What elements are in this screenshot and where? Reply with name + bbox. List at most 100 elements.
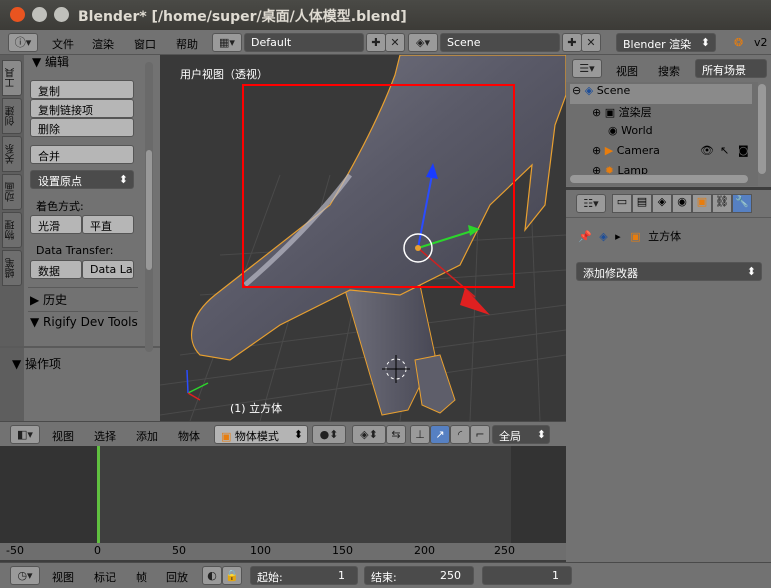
transform-orientation-select[interactable]: 全局 ⬍ (492, 425, 550, 444)
delete-scene-button[interactable]: ✕ (581, 33, 601, 52)
add-modifier-select[interactable]: 添加修改器 ⬍ (576, 262, 762, 281)
tab-tools[interactable]: 工具 (2, 60, 22, 96)
data-transfer-button[interactable]: 数据 (30, 260, 82, 279)
scene-icon[interactable]: ◈▾ (408, 33, 438, 52)
set-origin-select[interactable]: 设置原点 ⬍ (30, 170, 134, 189)
history-panel-header[interactable]: ▶ 历史 (30, 291, 67, 308)
lock-range-icon[interactable]: 🔒 (222, 566, 242, 585)
duplicate-button[interactable]: 复制 (30, 80, 134, 99)
screen-layout-field[interactable]: Default (244, 33, 364, 52)
outliner-search-menu[interactable]: 搜索 (658, 63, 680, 79)
timeline-menu-playback[interactable]: 回放 (166, 569, 188, 585)
3d-menu-add[interactable]: 添加 (136, 428, 158, 444)
tab-animation[interactable]: 动画 (2, 174, 22, 210)
add-screen-button[interactable]: ✚ (366, 33, 386, 52)
rigify-panel-title: Rigify Dev Tools (43, 315, 138, 329)
world-tab-icon[interactable]: ◉ (672, 194, 692, 213)
object-tab-icon[interactable]: ▣ (692, 194, 712, 213)
timeline-menu-marker[interactable]: 标记 (94, 569, 116, 585)
tab-physics[interactable]: 物理 (2, 212, 22, 248)
interaction-mode-select[interactable]: ▣ 物体模式 ⬍ (214, 425, 308, 444)
3d-menu-object[interactable]: 物体 (178, 428, 200, 444)
data-layers-button[interactable]: Data La (82, 260, 134, 279)
scene-field[interactable]: Scene (440, 33, 560, 52)
outliner-hscrollbar[interactable] (570, 175, 748, 183)
properties-empty-area (566, 421, 771, 562)
operator-panel-title: 操作项 (25, 357, 62, 371)
outliner-item-camera[interactable]: ⊕ ▶ Camera 👁 ↖ ◙ (570, 144, 752, 164)
visibility-eye-icon[interactable]: 👁 (700, 144, 714, 157)
shade-smooth-button[interactable]: 光滑 (30, 215, 82, 234)
rigify-panel-header[interactable]: ▼ Rigify Dev Tools (30, 315, 138, 329)
constraints-tab-icon[interactable]: ⛓ (712, 194, 732, 213)
manipulator-toggle-icon[interactable]: ⇆ (386, 425, 406, 444)
outliner-view-menu[interactable]: 视图 (616, 63, 638, 79)
menu-window[interactable]: 窗口 (134, 36, 156, 52)
rotate-manipulator-icon[interactable]: ◜ (450, 425, 470, 444)
menu-file[interactable]: 文件 (52, 36, 74, 52)
selectable-cursor-icon[interactable]: ↖ (720, 144, 729, 157)
menu-render[interactable]: 渲染 (92, 36, 114, 52)
outliner-item-lamp[interactable]: ⊕ ✹ Lamp (570, 164, 752, 174)
minimize-window-button[interactable] (32, 7, 47, 22)
tab-grease-pencil[interactable]: 蜡笔 (2, 250, 22, 286)
3d-viewport[interactable]: 用户视图（透视） (1) 立方体 (160, 55, 566, 421)
auto-keying-icon[interactable]: ◐ (202, 566, 222, 585)
move-manipulator-icon[interactable]: ↗ (430, 425, 450, 444)
3d-menu-select[interactable]: 选择 (94, 428, 116, 444)
timeline-menu-view[interactable]: 视图 (52, 569, 74, 585)
viewport-shading-select[interactable]: ●⬍ (312, 425, 346, 444)
timeline-editor-type-button[interactable]: ◷▾ (10, 566, 40, 585)
modifiers-tab-icon[interactable]: 🔧 (732, 194, 752, 213)
render-engine-select[interactable]: Blender 渲染 ⬍ (616, 33, 716, 52)
outliner-item-world[interactable]: ◉ World (570, 124, 752, 144)
viewport-canvas[interactable] (160, 55, 566, 421)
object-origin (415, 245, 421, 251)
pin-icon[interactable]: 📌 (578, 230, 592, 243)
outliner-editor-type-button[interactable]: ☰▾ (572, 59, 602, 78)
outliner-item-renderlayers[interactable]: ⊕ ▣ 渲染层 (570, 104, 752, 124)
outliner-vscrollbar[interactable] (758, 84, 766, 174)
outliner-item-renderlayers-label: 渲染层 (618, 106, 652, 119)
timeline-area[interactable] (0, 446, 566, 543)
tick-label: 100 (250, 544, 271, 557)
render-layers-tab-icon[interactable]: ▤ (632, 194, 652, 213)
join-button[interactable]: 合并 (30, 145, 134, 164)
end-frame-field[interactable]: 结束: 250 (364, 566, 474, 585)
properties-editor-type-button[interactable]: ☷▾ (576, 194, 606, 213)
3d-view-editor-type-button[interactable]: ◧▾ (10, 425, 40, 444)
tick-label: 0 (94, 544, 101, 557)
translate-manipulator-icon[interactable]: ⊥ (410, 425, 430, 444)
start-frame-field[interactable]: 起始: 1 (250, 566, 358, 585)
operator-panel-header[interactable]: ▼ 操作项 (12, 355, 61, 372)
3d-menu-view[interactable]: 视图 (52, 428, 74, 444)
add-modifier-label: 添加修改器 (583, 267, 638, 280)
3d-view-header: ◧▾ 视图 选择 添加 物体 ▣ 物体模式 ⬍ ●⬍ ◈⬍ ⇆ ⊥ ↗ ◜ ⌐ 全… (0, 421, 566, 446)
render-tab-icon[interactable]: ▭ (612, 194, 632, 213)
maximize-window-button[interactable] (54, 7, 69, 22)
timeline-menu-frame[interactable]: 帧 (136, 569, 147, 585)
object-icon: ▣ (630, 230, 641, 243)
camera-icon: ▶ (604, 144, 614, 157)
delete-button[interactable]: 删除 (30, 118, 134, 137)
add-scene-button[interactable]: ✚ (562, 33, 582, 52)
delete-screen-button[interactable]: ✕ (385, 33, 405, 52)
menu-help[interactable]: 帮助 (176, 36, 198, 52)
outliner-filter-select[interactable]: 所有场景 (695, 59, 767, 78)
duplicate-linked-button[interactable]: 复制链接项 (30, 99, 134, 118)
tool-shelf-scroll-thumb[interactable] (146, 150, 152, 270)
scale-manipulator-icon[interactable]: ⌐ (470, 425, 490, 444)
outliner-item-scene[interactable]: ⊖ ◈ Scene (570, 84, 752, 104)
close-window-button[interactable] (10, 7, 25, 22)
renderable-camera-icon[interactable]: ◙ (738, 144, 749, 157)
current-frame-field[interactable]: 1 (482, 566, 572, 585)
info-editor-type-button[interactable]: ⓘ▾ (8, 33, 38, 52)
current-frame-line[interactable] (97, 446, 100, 543)
edit-panel-header[interactable]: ▼ 编辑 (32, 53, 69, 70)
tab-relations[interactable]: 关系 (2, 136, 22, 172)
shade-flat-button[interactable]: 平直 (82, 215, 134, 234)
tab-create[interactable]: 创建 (2, 98, 22, 134)
scene-tab-icon[interactable]: ◈ (652, 194, 672, 213)
pivot-point-select[interactable]: ◈⬍ (352, 425, 386, 444)
screen-layout-icon[interactable]: ▦▾ (212, 33, 242, 52)
